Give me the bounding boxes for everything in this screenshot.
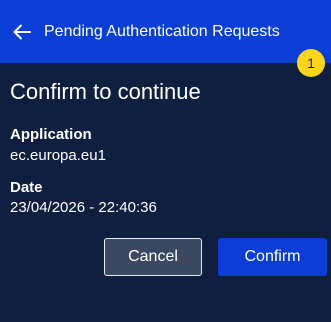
pending-count-badge: 1 bbox=[297, 49, 325, 77]
application-label: Application bbox=[10, 126, 92, 143]
app-bar-title: Pending Authentication Requests bbox=[44, 22, 280, 40]
request-details: Confirm to continue Application ec.europ… bbox=[0, 63, 331, 322]
page-title: Confirm to continue bbox=[10, 79, 201, 104]
date-value: 23/04/2026 - 22:40:36 bbox=[10, 199, 157, 216]
app-bar: Pending Authentication Requests bbox=[0, 0, 331, 63]
date-label: Date bbox=[10, 179, 43, 196]
application-value: ec.europa.eu1 bbox=[10, 147, 106, 164]
arrow-left-icon[interactable] bbox=[12, 22, 32, 42]
confirm-button[interactable]: Confirm bbox=[218, 238, 327, 276]
cancel-button[interactable]: Cancel bbox=[104, 238, 202, 276]
